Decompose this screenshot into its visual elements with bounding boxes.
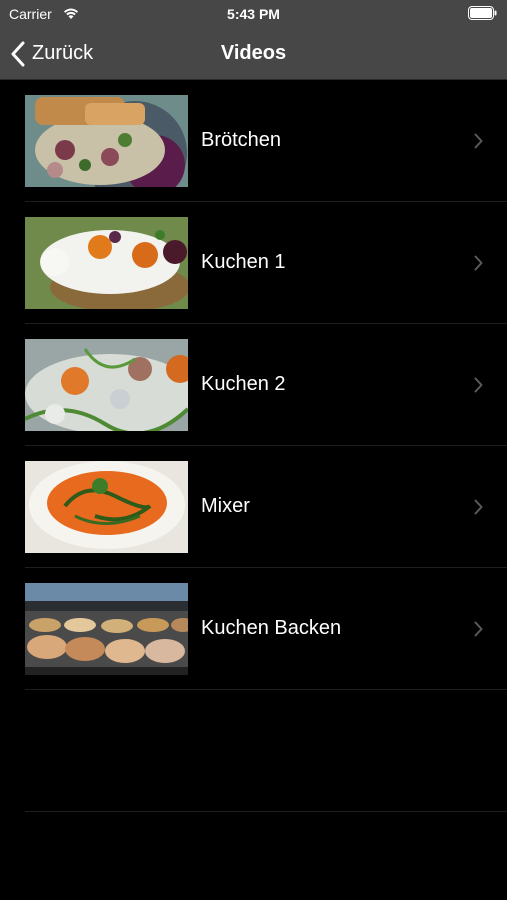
video-title: Kuchen Backen bbox=[201, 617, 342, 639]
video-title: Mixer bbox=[201, 495, 250, 517]
status-bar: Carrier 5:43 PM bbox=[0, 0, 507, 28]
soup-thumbnail-icon bbox=[25, 461, 188, 553]
video-list: Brötchen Kuchen 1 Kuchen 2 Mixer Kuchen … bbox=[0, 80, 507, 812]
video-row-mixer[interactable]: Mixer bbox=[25, 446, 507, 568]
food-thumbnail-icon bbox=[25, 217, 188, 309]
video-row-kuchen-1[interactable]: Kuchen 1 bbox=[25, 202, 507, 324]
chevron-right-icon bbox=[474, 621, 483, 637]
chevron-left-icon bbox=[11, 41, 25, 66]
navigation-bar: Videos Zurück bbox=[0, 28, 507, 80]
video-row-kuchen-backen[interactable]: Kuchen Backen bbox=[25, 568, 507, 690]
food-thumbnail-icon bbox=[25, 339, 188, 431]
video-row-kuchen-2[interactable]: Kuchen 2 bbox=[25, 324, 507, 446]
back-label: Zurück bbox=[32, 42, 94, 64]
status-time: 5:43 PM bbox=[227, 6, 280, 22]
video-title: Brötchen bbox=[201, 129, 282, 151]
chevron-right-icon bbox=[474, 499, 483, 515]
battery-icon bbox=[468, 6, 497, 20]
back-button[interactable]: Zurück bbox=[10, 28, 93, 79]
cakes-display-thumbnail-icon bbox=[25, 583, 188, 675]
video-title: Kuchen 2 bbox=[201, 373, 286, 395]
chevron-right-icon bbox=[474, 377, 483, 393]
empty-list-row bbox=[25, 690, 507, 812]
chevron-right-icon bbox=[474, 133, 483, 149]
video-title: Kuchen 1 bbox=[201, 251, 286, 273]
video-row-broetchen[interactable]: Brötchen bbox=[25, 80, 507, 202]
chevron-right-icon bbox=[474, 255, 483, 271]
food-thumbnail-icon bbox=[25, 95, 188, 187]
